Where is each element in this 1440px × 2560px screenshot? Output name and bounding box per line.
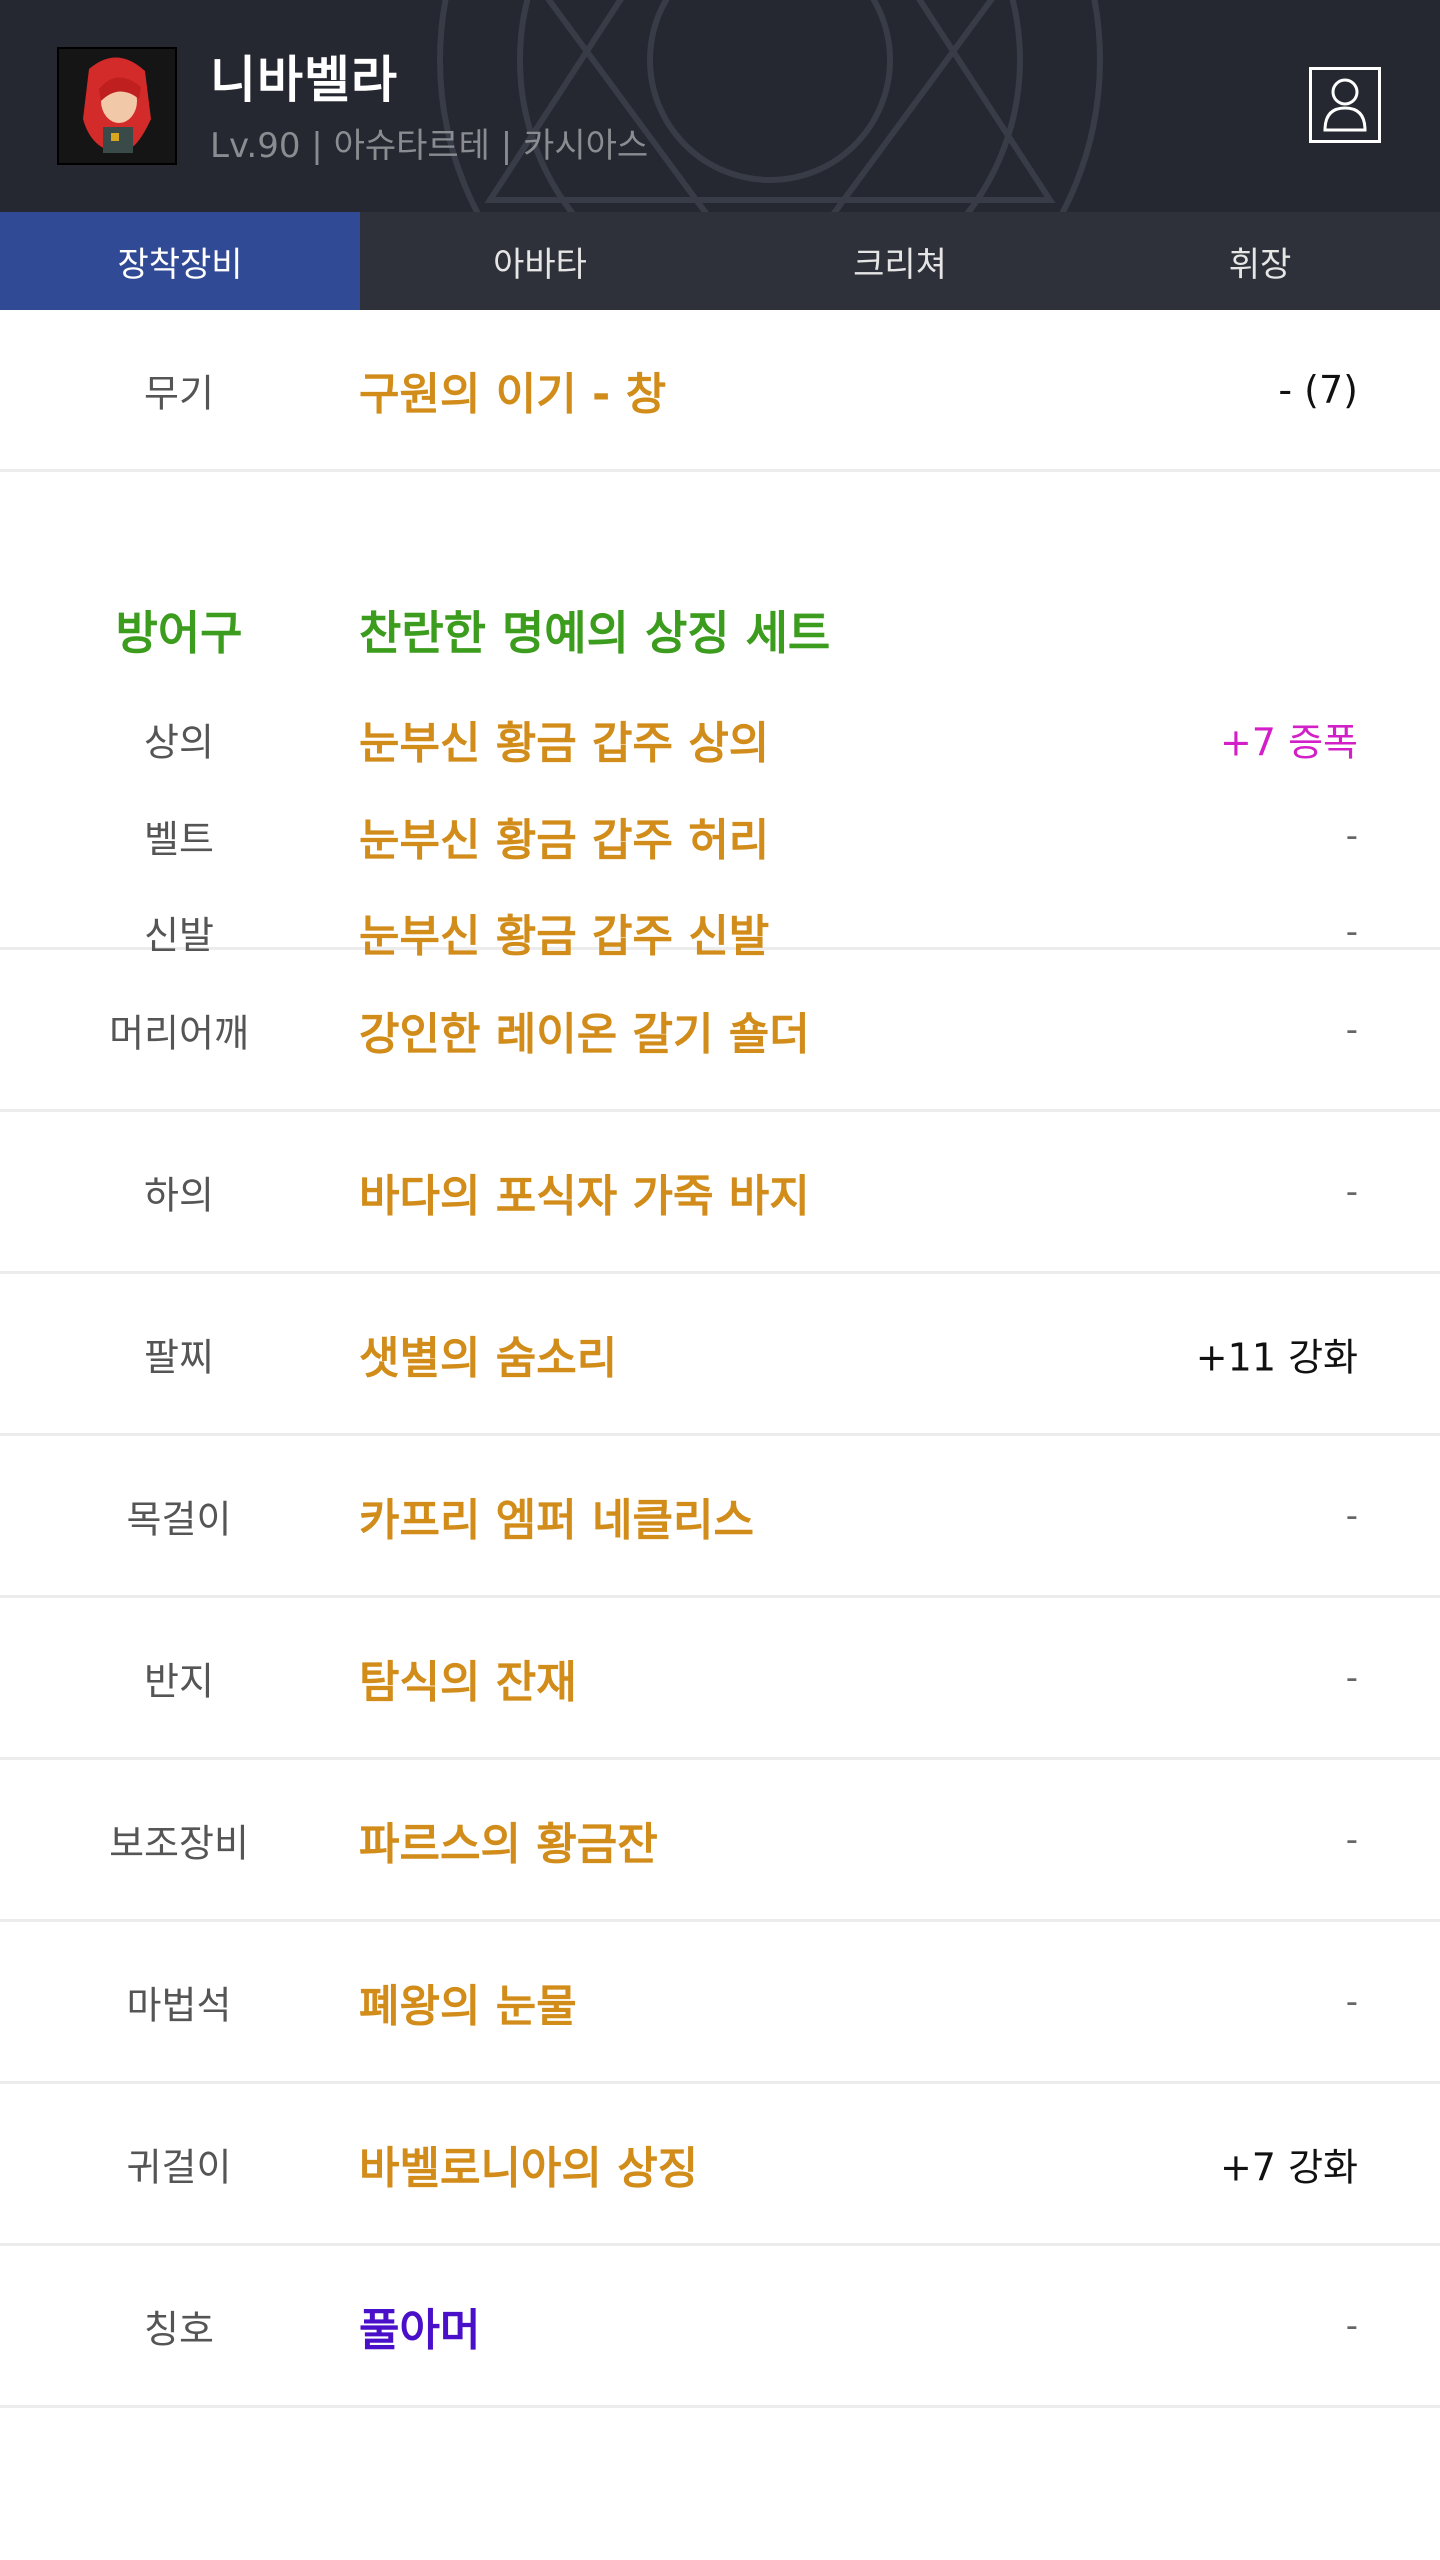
slot-label: 팔찌 [144,1335,214,1379]
slot-label: 마법석 [126,1983,232,2027]
slot-label: 벨트 [144,817,214,862]
person-icon [1323,78,1367,132]
tab-equipment[interactable]: 장착장비 [0,212,360,310]
armor-row-belt[interactable]: 벨트 눈부신 황금 갑주 허리 - [0,801,1440,871]
item-name[interactable]: 강인한 레이온 갈기 숄더 [359,998,810,1062]
character-name: 니바벨라 [210,51,398,109]
equipment-row-weapon[interactable]: 무기 구원의 이기 - 창 - (7) [0,310,1440,472]
item-value: - [1345,816,1358,856]
slot-label: 보조장비 [109,1821,249,1865]
item-value: - [1345,1171,1358,1212]
item-name[interactable]: 탐식의 잔재 [359,1646,577,1710]
character-info: Lv.90 | 아슈타르테 | 카시아스 [210,126,649,166]
item-name[interactable]: 풀아머 [359,2294,480,2358]
slot-label: 머리어깨 [109,1011,249,1055]
slot-label: 하의 [144,1173,214,1217]
tab-bar: 장착장비 아바타 크리쳐 휘장 [0,212,1440,310]
slot-label: 목걸이 [126,1497,232,1541]
tab-avatar[interactable]: 아바타 [360,212,720,310]
armor-row-top[interactable]: 상의 눈부신 황금 갑주 상의 +7 증폭 [0,704,1440,774]
equipment-list: 무기 구원의 이기 - 창 - (7) 방어구 찬란한 명예의 상징 세트 상의… [0,310,1440,2408]
item-value: - [1345,1819,1358,1860]
item-value: +11 강화 [1195,1335,1358,1379]
item-value: - (7) [1278,367,1358,412]
equipment-row-earring[interactable]: 귀걸이 바벨로니아의 상징 +7 강화 [0,2084,1440,2246]
profile-button[interactable] [1309,67,1381,143]
item-name[interactable]: 바다의 포식자 가죽 바지 [359,1160,810,1224]
item-value: - [1345,1657,1358,1698]
character-avatar [57,47,177,165]
armor-label: 방어구 [115,606,243,660]
armor-set-name[interactable]: 찬란한 명예의 상징 세트 [359,597,830,663]
tab-emblem[interactable]: 휘장 [1080,212,1440,310]
item-value: - [1345,2305,1358,2346]
item-value: +7 강화 [1219,2145,1358,2189]
item-value: - [1345,1495,1358,1536]
armor-set-header: 방어구 찬란한 명예의 상징 세트 [0,595,1440,665]
slot-label: 칭호 [144,2307,214,2351]
equipment-row-pants[interactable]: 하의 바다의 포식자 가죽 바지 - [0,1112,1440,1274]
tab-creature[interactable]: 크리쳐 [720,212,1080,310]
slot-label: 상의 [144,720,214,765]
item-name[interactable]: 눈부신 황금 갑주 상의 [359,707,769,771]
item-name[interactable]: 눈부신 황금 갑주 허리 [359,804,769,868]
equipment-row-magicstone[interactable]: 마법석 폐왕의 눈물 - [0,1922,1440,2084]
equipment-row-shoulder[interactable]: 머리어깨 강인한 레이온 갈기 숄더 - [0,950,1440,1112]
item-value: +7 증폭 [1219,720,1358,765]
item-name[interactable]: 바벨로니아의 상징 [359,2132,698,2196]
item-value: - [1345,912,1358,952]
item-name[interactable]: 샛별의 숨소리 [359,1322,617,1386]
item-value: - [1345,1009,1358,1050]
item-name[interactable]: 폐왕의 눈물 [359,1970,577,2034]
armor-set-block: 방어구 찬란한 명예의 상징 세트 상의 눈부신 황금 갑주 상의 +7 증폭 … [0,472,1440,962]
slot-label: 반지 [144,1659,214,1703]
item-name[interactable]: 카프리 엠퍼 네클리스 [359,1484,754,1548]
character-header: 니바벨라 Lv.90 | 아슈타르테 | 카시아스 [0,0,1440,212]
equipment-row-ring[interactable]: 반지 탐식의 잔재 - [0,1598,1440,1760]
equipment-row-necklace[interactable]: 목걸이 카프리 엠퍼 네클리스 - [0,1436,1440,1598]
item-name[interactable]: 구원의 이기 - 창 [359,358,666,422]
slot-label: 귀걸이 [126,2145,232,2189]
slot-label: 무기 [144,371,214,415]
item-name[interactable]: 파르스의 황금잔 [359,1808,658,1872]
equipment-row-title[interactable]: 칭호 풀아머 - [0,2246,1440,2408]
item-value: - [1345,1981,1358,2022]
equipment-row-bracelet[interactable]: 팔찌 샛별의 숨소리 +11 강화 [0,1274,1440,1436]
equipment-row-support[interactable]: 보조장비 파르스의 황금잔 - [0,1760,1440,1922]
